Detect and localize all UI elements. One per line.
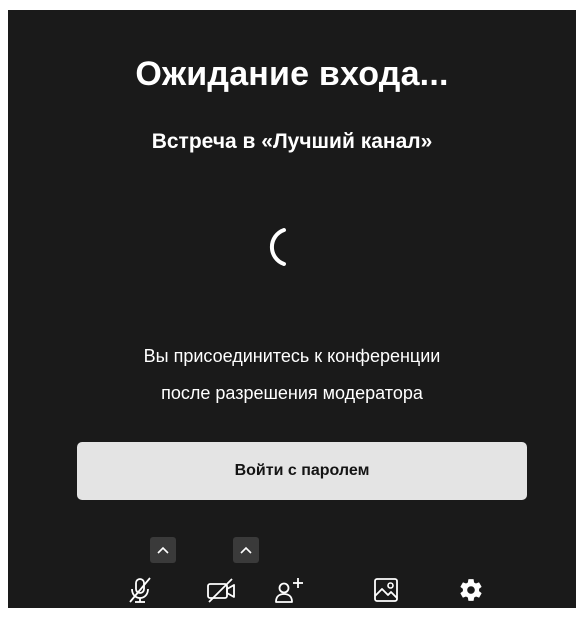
settings-button[interactable] [454, 573, 488, 607]
waiting-message-line-1: Вы присоединитесь к конференции [143, 346, 441, 366]
camera-options-button[interactable] [233, 537, 259, 563]
join-with-password-button[interactable]: Войти с паролем [77, 442, 527, 500]
invite-people-icon [275, 578, 303, 603]
settings-gear-icon [460, 579, 482, 601]
device-toolbar [8, 530, 576, 608]
chevron-up-icon [240, 546, 252, 554]
waiting-message: Вы присоединитесь к конференции после ра… [8, 338, 576, 412]
waiting-message-line-2: после разрешения модератора [161, 383, 423, 403]
prejoin-panel: Ожидание входа... Встреча в «Лучший кана… [8, 10, 576, 608]
chevron-up-icon [157, 546, 169, 554]
microphone-muted-icon [129, 577, 151, 603]
invite-people-button[interactable] [272, 573, 306, 607]
microphone-options-button[interactable] [150, 537, 176, 563]
background-selection-button[interactable] [369, 573, 403, 607]
background-image-icon [374, 578, 398, 602]
camera-off-icon [207, 578, 235, 603]
meeting-name: Встреча в «Лучший канал» [151, 130, 433, 153]
page-title: Ожидание входа... [135, 55, 449, 93]
loading-spinner-icon [269, 228, 286, 266]
microphone-toggle-button[interactable] [123, 573, 157, 607]
camera-toggle-button[interactable] [204, 573, 238, 607]
